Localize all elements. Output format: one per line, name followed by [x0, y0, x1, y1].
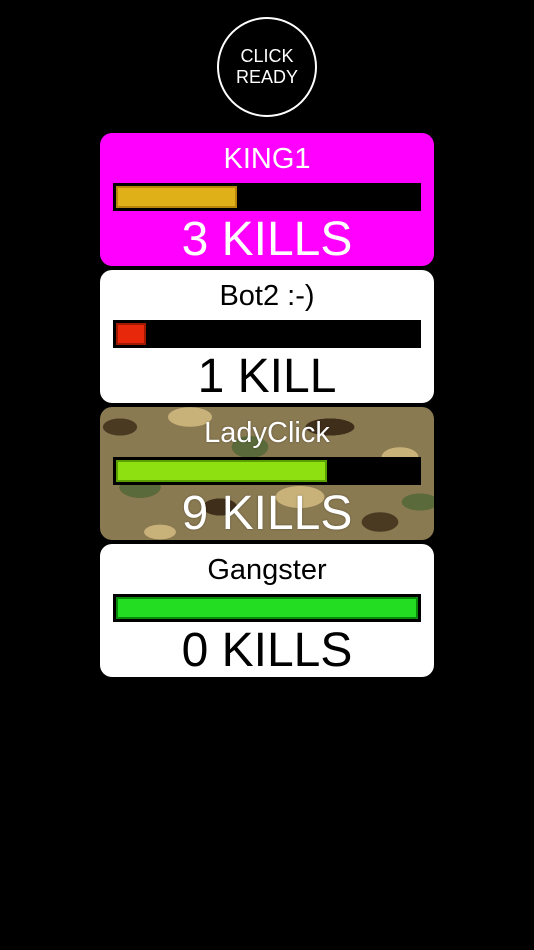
health-bar: [113, 183, 421, 211]
ready-button-line1: CLICK: [240, 46, 294, 66]
health-bar: [113, 457, 421, 485]
player-name: KING1: [223, 143, 311, 175]
player-list: KING1 3 KILLS Bot2 :-) 1 KILL LadyClick …: [100, 133, 434, 681]
player-name: Gangster: [207, 554, 327, 586]
health-bar: [113, 594, 421, 622]
game-screen: CLICK READY KING1 3 KILLS Bot2 :-) 1 KIL…: [0, 0, 534, 950]
health-bar-fill: [116, 323, 146, 345]
health-bar-fill: [116, 597, 418, 619]
health-bar-fill: [116, 186, 237, 208]
kill-count: 1 KILL: [197, 350, 337, 403]
player-card[interactable]: LadyClick 9 KILLS: [100, 407, 434, 540]
player-card[interactable]: Bot2 :-) 1 KILL: [100, 270, 434, 403]
player-name: Bot2 :-): [219, 280, 315, 312]
kill-count: 9 KILLS: [181, 487, 353, 540]
ready-button-line2: READY: [235, 67, 298, 87]
kill-count: 3 KILLS: [181, 213, 353, 266]
click-ready-button[interactable]: CLICK READY: [217, 17, 317, 117]
health-bar: [113, 320, 421, 348]
player-card[interactable]: Gangster 0 KILLS: [100, 544, 434, 677]
player-card[interactable]: KING1 3 KILLS: [100, 133, 434, 266]
kill-count: 0 KILLS: [181, 624, 353, 677]
health-bar-fill: [116, 460, 327, 482]
player-name: LadyClick: [204, 417, 330, 449]
